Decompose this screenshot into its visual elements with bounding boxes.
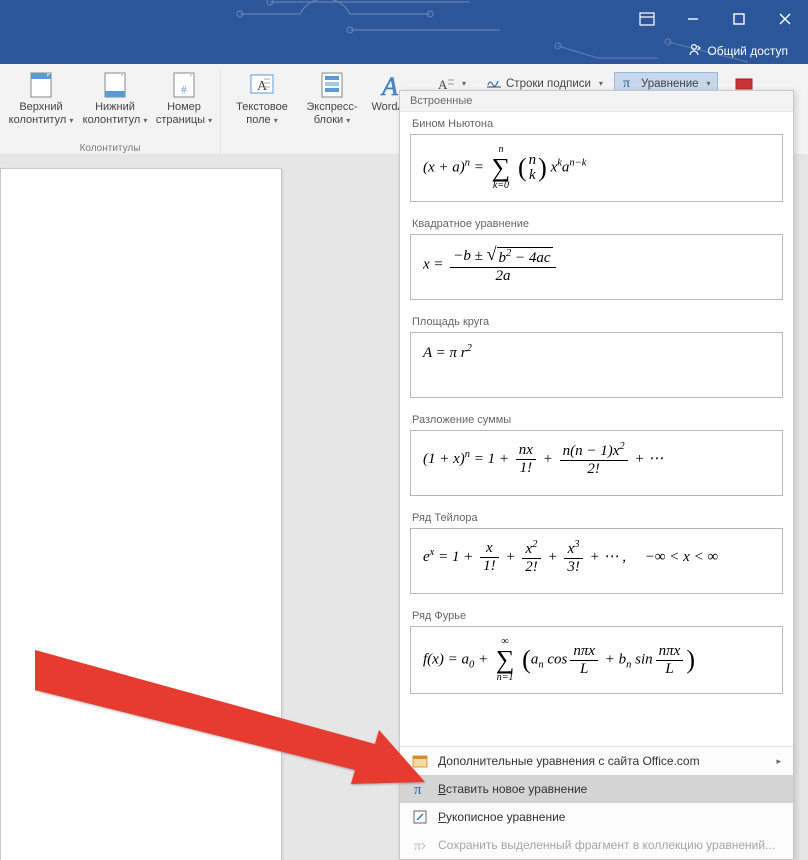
footer-label-2: колонтитул — [83, 114, 141, 126]
group-headers-footers: Верхнийколонтитул ▾ Нижнийколонтитул ▾ #… — [0, 68, 221, 158]
header-label-1: Верхний — [19, 101, 62, 113]
save-pi-icon: π — [412, 837, 428, 853]
equation-item-fourier[interactable]: Ряд Фурье f(x) = a0 + ∞∑n=1 (an cosnπxL … — [410, 610, 783, 694]
equation-gallery-header: Встроенные — [400, 91, 793, 112]
share-icon — [687, 43, 701, 60]
ink-icon — [412, 809, 428, 825]
quickparts-button[interactable]: Экспресс-блоки ▾ — [299, 68, 365, 126]
svg-text:π: π — [623, 76, 630, 89]
group-text: A Текстовоеполе ▾ Экспресс-блоки ▾ A Wor… — [221, 68, 419, 158]
ink-equation[interactable]: Рукописное уравнение — [400, 803, 793, 831]
equation-item-binomial-expansion[interactable]: Разложение суммы (1 + x)n = 1 + nx1! + n… — [410, 414, 783, 496]
eq-preview: ex = 1 + x1! + x22! + x33! + ⋯ , −∞ < x … — [410, 528, 783, 594]
eq-preview: (1 + x)n = 1 + nx1! + n(n − 1)x22! + ⋯ — [410, 430, 783, 496]
quick-label-2: блоки — [314, 114, 343, 126]
eq-title: Ряд Фурье — [412, 610, 781, 622]
quick-label-1: Экспресс- — [306, 101, 357, 113]
save-to-gallery: π Сохранить выделенный фрагмент в коллек… — [400, 831, 793, 859]
secondary-bar: Общий доступ — [0, 38, 808, 64]
eq-preview: (x + a)n = n∑k=0 (nk) xkan−k — [410, 134, 783, 202]
save-label: Сохранить выделенный фрагмент в коллекци… — [438, 838, 775, 852]
eq-preview: f(x) = a0 + ∞∑n=1 (an cosnπxL + bn sinnπ… — [410, 626, 783, 694]
footer-button[interactable]: Нижнийколонтитул ▾ — [78, 68, 152, 126]
maximize-button[interactable] — [716, 0, 762, 38]
textbox-label-1: Текстовое — [236, 101, 288, 113]
titlebar — [0, 0, 808, 38]
equation-gallery-panel: Встроенные Бином Ньютона (x + a)n = n∑k=… — [399, 90, 794, 860]
insert-label: Вставить новое уравнение — [438, 782, 587, 796]
document-page[interactable] — [0, 168, 282, 860]
header-button[interactable]: Верхнийколонтитул ▾ — [4, 68, 78, 126]
ink-label: Рукописное уравнение — [438, 810, 565, 824]
equation-gallery-list[interactable]: Бином Ньютона (x + a)n = n∑k=0 (nk) xkan… — [400, 112, 793, 746]
eq-title: Разложение суммы — [412, 414, 781, 426]
eq-title: Бином Ньютона — [412, 118, 781, 130]
equation-gallery-footer: Дополнительные уравнения с сайта Office.… — [400, 746, 793, 859]
footer-icon — [102, 70, 128, 100]
signature-label: Строки подписи — [506, 78, 591, 90]
quickparts-icon — [319, 70, 345, 100]
svg-text:#: # — [181, 84, 187, 96]
textbox-button[interactable]: A Текстовоеполе ▾ — [225, 68, 299, 126]
svg-text:π: π — [414, 839, 421, 853]
eq-preview: x = −b ± √b2 − 4ac 2a — [410, 234, 783, 300]
equation-item-binomial[interactable]: Бином Ньютона (x + a)n = n∑k=0 (nk) xkan… — [410, 118, 783, 202]
pagenum-label-2: страницы — [156, 114, 205, 126]
eq-title: Квадратное уравнение — [412, 218, 781, 230]
equation-item-quadratic[interactable]: Квадратное уравнение x = −b ± √b2 − 4ac … — [410, 218, 783, 300]
equation-item-taylor[interactable]: Ряд Тейлора ex = 1 + x1! + x22! + x33! +… — [410, 512, 783, 594]
close-button[interactable] — [762, 0, 808, 38]
eq-title: Ряд Тейлора — [412, 512, 781, 524]
minimize-button[interactable] — [670, 0, 716, 38]
notes-button[interactable] — [624, 0, 670, 38]
app-window: Общий доступ Верхнийколонтитул ▾ Нижнийк… — [0, 0, 808, 860]
textbox-label-2: поле — [246, 114, 270, 126]
insert-new-equation[interactable]: π Вставить новое уравнение — [400, 775, 793, 803]
page-number-button[interactable]: # Номерстраницы ▾ — [152, 68, 216, 126]
share-label: Общий доступ — [707, 44, 788, 58]
header-icon — [28, 70, 54, 100]
more-equations-office[interactable]: Дополнительные уравнения с сайта Office.… — [400, 747, 793, 775]
group-label-headers: Колонтитулы — [80, 143, 141, 154]
header-label-2: колонтитул — [9, 114, 67, 126]
office-icon — [412, 753, 428, 769]
svg-text:A: A — [380, 72, 398, 99]
share-button[interactable]: Общий доступ — [687, 43, 788, 60]
pi-icon: π — [412, 781, 428, 797]
equation-label: Уравнение — [641, 78, 699, 90]
more-label: Дополнительные уравнения с сайта Office.… — [438, 754, 700, 768]
textbox-icon: A — [248, 70, 276, 100]
equation-item-circle-area[interactable]: Площадь круга A = π r2 — [410, 316, 783, 398]
footer-label-1: Нижний — [95, 101, 135, 113]
page-number-icon: # — [171, 70, 197, 100]
pagenum-label-1: Номер — [167, 101, 201, 113]
eq-preview: A = π r2 — [410, 332, 783, 398]
svg-text:π: π — [414, 782, 422, 797]
eq-title: Площадь круга — [412, 316, 781, 328]
